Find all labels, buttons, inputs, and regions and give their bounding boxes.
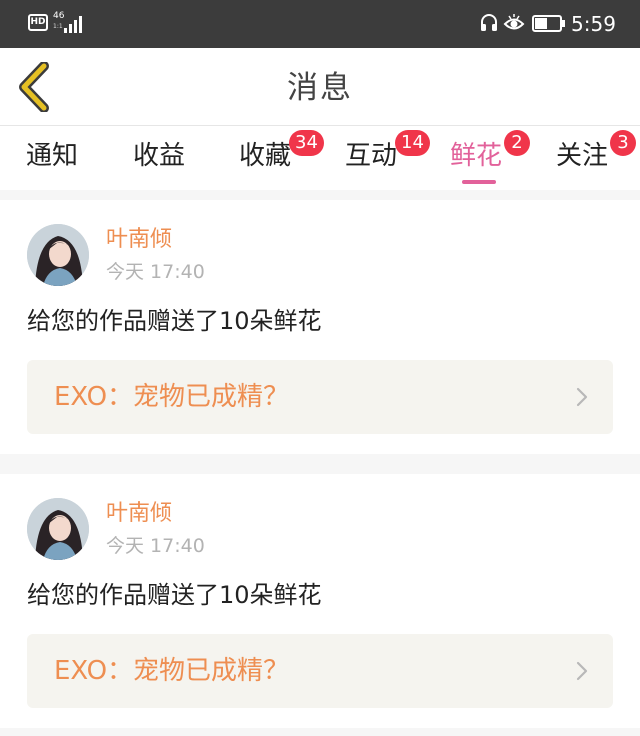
headset-icon xyxy=(481,14,497,31)
active-tab-indicator xyxy=(462,180,496,184)
tab-label: 通知 xyxy=(26,141,79,171)
work-title: EXO：宠物已成精？ xyxy=(54,382,290,412)
signal-icon xyxy=(64,13,86,33)
work-title: EXO：宠物已成精？ xyxy=(54,656,290,686)
tab-label: 收益 xyxy=(133,141,186,171)
message-time: 今天 17:40 xyxy=(106,535,205,557)
tab-badge: 34 xyxy=(289,130,324,156)
network-type: 46 xyxy=(53,11,65,21)
message-text: 给您的作品赠送了10朵鲜花 xyxy=(27,581,322,609)
status-bar: HD 46 1:1 5:59 xyxy=(0,0,640,48)
tab-earnings[interactable]: 收益 xyxy=(133,136,185,186)
work-link[interactable]: EXO：宠物已成精？ xyxy=(27,634,613,708)
message-card: 叶南倾 今天 17:40 给您的作品赠送了10朵鲜花 EXO：宠物已成精？ xyxy=(0,474,640,728)
message-card: 叶南倾 今天 17:40 给您的作品赠送了10朵鲜花 EXO：宠物已成精？ xyxy=(0,200,640,454)
tab-notifications[interactable]: 通知 xyxy=(26,136,78,186)
tab-badge: 2 xyxy=(504,130,530,156)
tab-bar: 通知 收益 收藏 34 互动 14 鲜花 2 关注 3 xyxy=(0,126,640,190)
divider xyxy=(0,190,640,200)
header: 消息 xyxy=(0,48,640,126)
battery-icon xyxy=(532,15,565,32)
avatar[interactable] xyxy=(27,224,89,286)
sender-name[interactable]: 叶南倾 xyxy=(106,500,172,528)
tab-follows[interactable]: 关注 3 xyxy=(556,130,636,186)
divider xyxy=(0,454,640,474)
hd-icon: HD xyxy=(28,14,48,31)
tab-label: 互动 xyxy=(345,141,398,171)
status-time: 5:59 xyxy=(571,12,616,36)
tab-label: 关注 xyxy=(556,141,609,171)
tab-label: 鲜花 xyxy=(450,141,503,171)
sender-name[interactable]: 叶南倾 xyxy=(106,226,172,254)
tab-flowers[interactable]: 鲜花 2 xyxy=(450,130,530,186)
tab-badge: 3 xyxy=(610,130,636,156)
work-link[interactable]: EXO：宠物已成精？ xyxy=(27,360,613,434)
tab-interactions[interactable]: 互动 14 xyxy=(345,130,430,186)
message-text: 给您的作品赠送了10朵鲜花 xyxy=(27,307,322,335)
chevron-right-icon xyxy=(576,661,588,681)
tab-label: 收藏 xyxy=(239,141,292,171)
network-subtype: 1:1 xyxy=(53,23,63,30)
tab-favorites[interactable]: 收藏 34 xyxy=(239,130,324,186)
tab-badge: 14 xyxy=(395,130,430,156)
page-title: 消息 xyxy=(287,70,353,106)
avatar[interactable] xyxy=(27,498,89,560)
chevron-right-icon xyxy=(576,387,588,407)
divider xyxy=(0,728,640,736)
message-time: 今天 17:40 xyxy=(106,261,205,283)
eye-icon xyxy=(503,14,525,30)
